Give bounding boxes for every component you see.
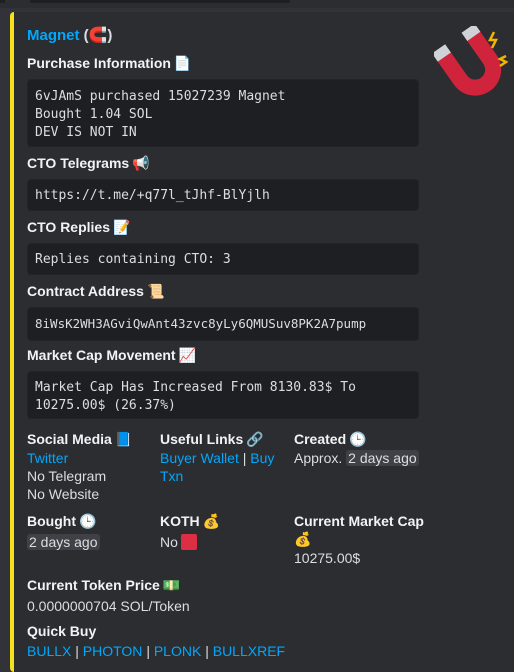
current-market-cap-value: 10275.00$ [294,550,361,566]
quick-buy-plonk-link[interactable]: PLONK [154,643,201,659]
bought-label: Bought [27,513,76,529]
megaphone-icon: 📢 [132,156,150,172]
cto-replies-heading: CTO Replies 📝 [27,219,130,236]
token-price-label: Current Token Price [27,577,160,593]
koth-label: KOTH [160,513,200,529]
purchase-line: Bought 1.04 SOL [35,107,153,122]
memo-icon: 📝 [113,220,131,236]
quick-buy-bullxref-link[interactable]: BULLXREF [213,643,285,659]
cto-telegrams-heading: CTO Telegrams 📢 [27,155,150,172]
cto-telegrams-label: CTO Telegrams [27,155,130,171]
quick-buy-separator: | [146,643,150,659]
link-separator: | [242,450,247,466]
quick-buy-bullx-link[interactable]: BULLX [27,643,71,659]
token-price-field: Current Token Price 💵 0.0000000704 SOL/To… [27,576,327,615]
money-bag-icon: 💰 [294,532,312,548]
useful-links-field: Useful Links 🔗 Buyer Wallet | Buy Txn [160,430,285,485]
clock-icon: 🕒 [349,432,367,448]
market-cap-movement-heading: Market Cap Movement 📈 [27,347,196,364]
current-market-cap-label: Current Market Cap [294,513,424,529]
purchase-info-heading: Purchase Information 📄 [27,55,191,72]
strip-segment [30,0,290,3]
message-top-strip [0,0,514,8]
clock-icon: 🕒 [78,514,97,530]
market-cap-movement-label: Market Cap Movement [27,347,176,363]
market-cap-movement-codeblock: Market Cap Has Increased From 8130.83$ T… [27,371,419,419]
cto-replies-value: Replies containing CTO: 3 [35,252,231,267]
purchase-info-label: Purchase Information [27,55,171,71]
cto-telegrams-codeblock: https://t.me/+q77l_tJhf-BlYjlh [27,179,419,211]
created-field: Created 🕒 Approx. 2 days ago [294,430,434,467]
cto-telegram-link[interactable]: https://t.me/+q77l_tJhf-BlYjlh [35,188,270,203]
created-prefix: Approx. [294,450,343,466]
strip-segment [0,0,5,3]
contract-address-label: Contract Address [27,283,144,299]
telegram-status: No Telegram [27,468,107,484]
current-market-cap-field: Current Market Cap 💰 10275.00$ [294,512,434,567]
embed-title-text[interactable]: Magnet [27,27,80,44]
purchase-line: DEV IS NOT IN [35,125,137,140]
red-square-icon [180,534,197,550]
bought-field: Bought 🕒 2 days ago [27,512,157,551]
social-media-field: Social Media 📘 Twitter No Telegram No Web… [27,430,157,503]
quick-buy-photon-link[interactable]: PHOTON [83,643,143,659]
cto-replies-codeblock: Replies containing CTO: 3 [27,243,419,275]
cto-replies-label: CTO Replies [27,219,110,235]
purchase-line: 6vJAmS purchased 15027239 Magnet [35,89,286,104]
market-cap-movement-value: Market Cap Has Increased From 8130.83$ T… [35,380,364,413]
scroll-icon: 📜 [146,284,165,300]
koth-value: No [160,534,178,550]
buy-txn-link-continued[interactable]: Txn [160,467,285,485]
quick-buy-separator: | [205,643,209,659]
embed-title-emoji: (🧲) [83,27,113,44]
link-icon: 🔗 [246,432,264,448]
twitter-link[interactable]: Twitter [27,449,157,467]
token-price-value: 0.0000000704 SOL/Token [27,598,190,614]
magnet-icon[interactable] [434,26,514,106]
created-label: Created [294,431,347,447]
koth-field: KOTH 💰 No [160,512,290,551]
contract-address-heading: Contract Address 📜 [27,283,164,300]
quick-buy-field: Quick Buy BULLX | PHOTON | PLONK | BULLX… [27,622,427,660]
contract-address-codeblock: 8iWsK2WH3AGviQwAnt43zvc8yLy6QMUSuv8PK2A7… [27,307,419,341]
created-timestamp[interactable]: 2 days ago [346,450,419,466]
money-bag-icon: 💰 [202,514,221,530]
buy-txn-link[interactable]: Buy [250,450,274,466]
bought-timestamp[interactable]: 2 days ago [27,534,100,550]
website-status: No Website [27,486,100,502]
embed-title[interactable]: Magnet (🧲) [27,26,112,44]
contract-address-value[interactable]: 8iWsK2WH3AGviQwAnt43zvc8yLy6QMUSuv8PK2A7… [35,316,366,331]
chart-up-icon: 📈 [178,348,197,364]
quick-buy-separator: | [75,643,79,659]
purchase-info-codeblock: 6vJAmS purchased 15027239 Magnet Bought 1… [27,79,419,147]
buyer-wallet-link[interactable]: Buyer Wallet [160,450,239,466]
bot-embed: Magnet (🧲) Purchase Information 📄 6vJAmS … [10,12,514,672]
document-icon: 📄 [173,56,192,72]
useful-links-label: Useful Links [160,431,244,447]
dollar-banknote-icon: 💵 [162,578,181,594]
social-media-label: Social Media [27,431,112,447]
blue-book-icon: 📘 [114,432,133,448]
quick-buy-label: Quick Buy [27,623,97,639]
